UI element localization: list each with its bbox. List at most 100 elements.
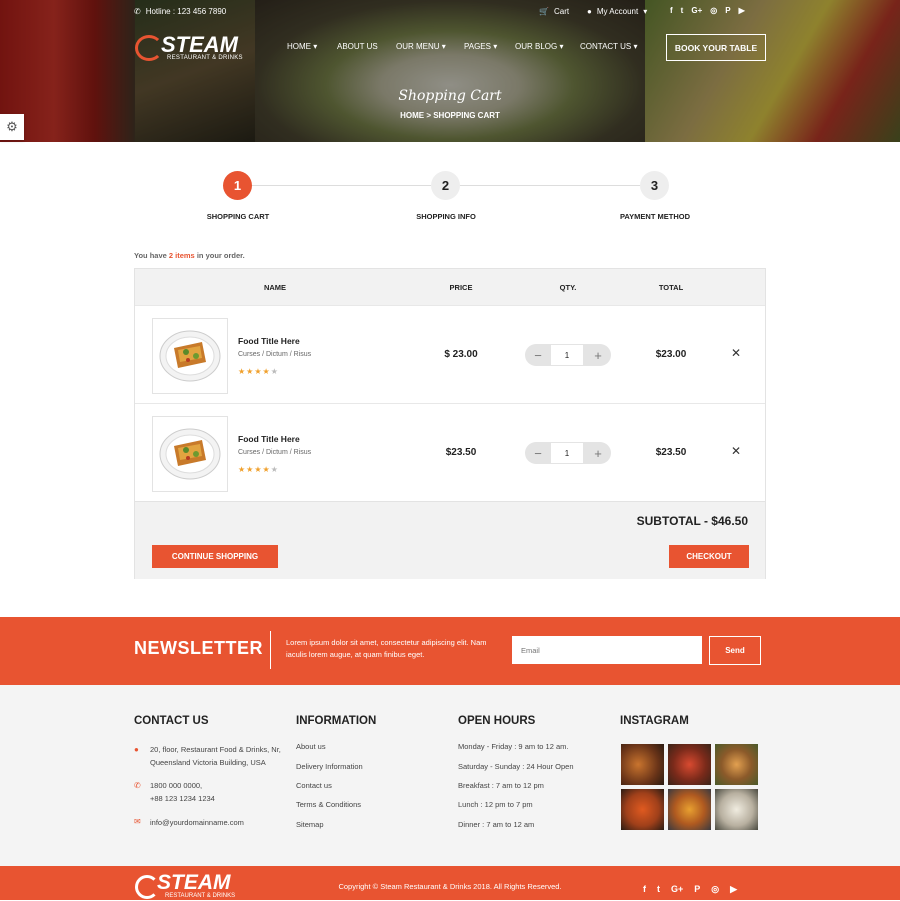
remove-icon[interactable]: ✕ <box>731 346 741 360</box>
quantity-value[interactable]: 1 <box>551 442 583 464</box>
hotline[interactable]: ✆ Hotline : 123 456 7890 <box>134 7 226 16</box>
hours-line: Saturday - Sunday : 24 Hour Open <box>458 762 574 771</box>
breadcrumb[interactable]: HOME > SHOPPING CART <box>0 111 900 120</box>
footer-link-terms[interactable]: Terms & Conditions <box>296 800 361 809</box>
hours-line: Monday - Friday : 9 am to 12 am. <box>458 742 569 751</box>
food-title[interactable]: Food Title Here <box>238 434 300 444</box>
newsletter-text: Lorem ipsum dolor sit amet, consectetur … <box>286 638 487 659</box>
cart-row: Food Title Here Curses / Dictum / Risus … <box>135 403 765 501</box>
increase-button[interactable]: + <box>585 344 611 366</box>
cart-link[interactable]: 🛒 Cart <box>539 7 569 16</box>
table-header: NAME PRICE QTY. TOTAL <box>135 269 765 305</box>
contact-phone-2: +88 123 1234 1234 <box>150 794 215 803</box>
col-qty: QTY. <box>559 283 577 292</box>
rating-stars: ★★★★★ <box>238 367 279 376</box>
information-heading: INFORMATION <box>296 715 377 727</box>
top-bar: ✆ Hotline : 123 456 7890 🛒 Cart ● My Acc… <box>0 0 900 24</box>
contact-email[interactable]: info@yourdomainname.com <box>150 816 244 829</box>
decrease-button[interactable]: − <box>525 344 551 366</box>
contact-phone-1: 1800 000 0000, <box>150 781 203 790</box>
instagram-photo[interactable] <box>715 789 758 830</box>
nav-blog[interactable]: OUR BLOG ▾ <box>515 42 563 51</box>
top-social: f t G+ ◎ P ▶ <box>670 6 745 15</box>
facebook-icon[interactable]: f <box>670 6 673 15</box>
instagram-photo[interactable] <box>621 789 664 830</box>
step-1-circle[interactable]: 1 <box>223 171 252 200</box>
cart-icon: 🛒 <box>539 7 549 16</box>
step-connector <box>252 185 432 186</box>
hotline-text: Hotline : 123 456 7890 <box>145 7 227 16</box>
twitter-icon[interactable]: t <box>657 884 660 895</box>
pinterest-icon[interactable]: P <box>725 6 730 15</box>
quantity-stepper: − 1 + <box>525 442 611 464</box>
item-count: 2 items <box>168 251 195 260</box>
facebook-icon[interactable]: f <box>643 884 646 895</box>
step-3-circle[interactable]: 3 <box>640 171 669 200</box>
bottom-social: f t G+ P ◎ ▶ <box>643 884 737 895</box>
footer-link-contact[interactable]: Contact us <box>296 781 332 790</box>
twitter-icon[interactable]: t <box>681 6 684 15</box>
google-plus-icon[interactable]: G+ <box>671 884 683 895</box>
step-2-circle[interactable]: 2 <box>431 171 460 200</box>
nav-home[interactable]: HOME ▾ <box>287 42 317 51</box>
logo-tagline: RESTAURANT & DRINKS <box>167 55 243 61</box>
my-account-link[interactable]: ● My Account ▾ <box>587 7 647 16</box>
nav-menu[interactable]: OUR MENU ▾ <box>396 42 446 51</box>
decrease-button[interactable]: − <box>525 442 551 464</box>
nav-home-label: HOME <box>287 42 311 51</box>
instagram-photo[interactable] <box>668 789 711 830</box>
location-icon: ● <box>134 745 139 754</box>
increase-button[interactable]: + <box>585 442 611 464</box>
remove-icon[interactable]: ✕ <box>731 444 741 458</box>
email-field[interactable] <box>512 636 702 664</box>
star-empty-icon: ★ <box>270 367 279 376</box>
footer-link-sitemap[interactable]: Sitemap <box>296 820 324 829</box>
col-total: TOTAL <box>658 283 684 292</box>
step-connector <box>460 185 640 186</box>
nav-pages[interactable]: PAGES ▾ <box>464 42 497 51</box>
step-1-label: SHOPPING CART <box>206 212 270 221</box>
page-title: Shopping Cart <box>398 88 502 104</box>
copyright: Copyright © Steam Restaurant & Drinks 20… <box>338 882 562 891</box>
bottom-bar: STEAM RESTAURANT & DRINKS Copyright © St… <box>0 866 900 900</box>
rating-stars: ★★★★★ <box>238 465 279 474</box>
quantity-value[interactable]: 1 <box>551 344 583 366</box>
google-plus-icon[interactable]: G+ <box>691 6 702 15</box>
footer-link-delivery[interactable]: Delivery Information <box>296 762 363 771</box>
pinterest-icon[interactable]: P <box>694 884 700 895</box>
footer-logo-tagline: RESTAURANT & DRINKS <box>165 893 236 899</box>
summary-pre: You have <box>134 251 169 260</box>
instagram-icon[interactable]: ◎ <box>710 6 717 15</box>
chevron-down-icon: ▾ <box>643 7 648 16</box>
cart-summary: You have 2 items in your order. <box>134 251 245 260</box>
newsletter-title: NEWSLETTER <box>134 638 263 658</box>
nav-contact[interactable]: CONTACT US ▾ <box>580 42 638 51</box>
footer: CONTACT US ● 20, floor, Restaurant Food … <box>0 685 900 866</box>
instagram-icon[interactable]: ◎ <box>711 884 719 895</box>
settings-gear-icon[interactable]: ⚙ <box>0 114 24 140</box>
my-account-label: My Account <box>596 7 639 16</box>
nav-about[interactable]: ABOUT US <box>337 42 378 51</box>
subtotal: SUBTOTAL - $46.50 <box>636 514 748 528</box>
instagram-photo[interactable] <box>715 744 758 785</box>
item-price: $23.50 <box>445 447 477 458</box>
continue-shopping-button[interactable]: CONTINUE SHOPPING <box>152 545 278 568</box>
food-thumbnail[interactable] <box>152 318 228 394</box>
food-title[interactable]: Food Title Here <box>238 336 300 346</box>
book-table-button[interactable]: BOOK YOUR TABLE <box>666 34 766 61</box>
food-thumbnail[interactable] <box>152 416 228 492</box>
send-button[interactable]: Send <box>709 636 761 665</box>
col-name: NAME <box>263 283 287 292</box>
footer-link-about[interactable]: About us <box>296 742 326 751</box>
phone-icon: ✆ <box>134 7 141 16</box>
food-category: Curses / Dictum / Risus <box>238 449 312 456</box>
youtube-icon[interactable]: ▶ <box>739 6 745 15</box>
logo[interactable]: STEAM RESTAURANT & DRINKS <box>135 32 247 66</box>
phone-icon: ✆ <box>134 781 141 790</box>
item-price: $ 23.00 <box>444 349 478 360</box>
instagram-photo[interactable] <box>621 744 664 785</box>
youtube-icon[interactable]: ▶ <box>730 884 737 895</box>
cart-row: Food Title Here Curses / Dictum / Risus … <box>135 305 765 403</box>
instagram-photo[interactable] <box>668 744 711 785</box>
checkout-button[interactable]: CHECKOUT <box>669 545 749 568</box>
